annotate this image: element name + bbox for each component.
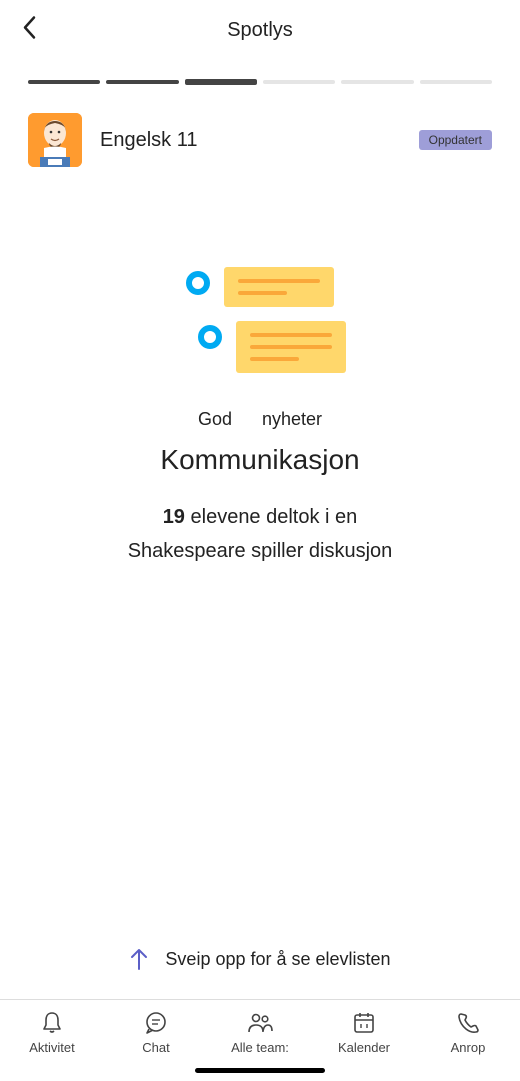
calendar-icon bbox=[351, 1010, 377, 1036]
illustration bbox=[28, 267, 492, 373]
nav-activity[interactable]: Aktivitet bbox=[7, 1010, 97, 1055]
class-avatar bbox=[28, 113, 82, 167]
page-title: Spotlys bbox=[227, 19, 293, 42]
progress-segment bbox=[341, 80, 413, 84]
bullet-icon bbox=[186, 271, 210, 295]
caption: God nyheter bbox=[28, 409, 492, 430]
nav-label: Chat bbox=[142, 1040, 169, 1055]
chat-icon bbox=[143, 1010, 169, 1036]
bullet-icon bbox=[198, 325, 222, 349]
stats-line1: 19 elevene deltok i en bbox=[28, 500, 492, 534]
nav-calendar[interactable]: Kalender bbox=[319, 1010, 409, 1055]
nav-teams[interactable]: Alle team: bbox=[215, 1010, 305, 1055]
nav-label: Aktivitet bbox=[29, 1040, 75, 1055]
illustration-row bbox=[174, 321, 346, 373]
shakespeare-avatar-icon bbox=[28, 113, 82, 167]
class-name: Engelsk 11 bbox=[100, 129, 401, 152]
progress-segment bbox=[28, 80, 100, 84]
home-indicator[interactable] bbox=[195, 1068, 325, 1073]
chevron-left-icon bbox=[22, 16, 36, 40]
story-progress[interactable] bbox=[28, 80, 492, 85]
progress-segment bbox=[106, 80, 178, 84]
bottom-nav: Aktivitet Chat Alle team: Kalender bbox=[0, 999, 520, 1081]
illustration-row bbox=[186, 267, 334, 307]
message-card-icon bbox=[236, 321, 346, 373]
nav-label: Anrop bbox=[451, 1040, 486, 1055]
bell-icon bbox=[39, 1010, 65, 1036]
nav-calls[interactable]: Anrop bbox=[423, 1010, 513, 1055]
phone-icon bbox=[455, 1010, 481, 1036]
caption-word: God bbox=[198, 409, 232, 430]
student-count: 19 bbox=[163, 506, 185, 528]
main-content: Engelsk 11 Oppdatert God nyheter Kommuni… bbox=[0, 80, 520, 568]
stats-text: 19 elevene deltok i en Shakespeare spill… bbox=[28, 500, 492, 568]
progress-segment bbox=[420, 80, 492, 84]
nav-label: Kalender bbox=[338, 1040, 390, 1055]
stats-line1-rest: elevene deltok i en bbox=[191, 506, 358, 528]
stats-line2: Shakespeare spiller diskusjon bbox=[28, 534, 492, 568]
progress-segment bbox=[185, 79, 257, 85]
status-badge: Oppdatert bbox=[419, 130, 492, 150]
caption-word: nyheter bbox=[262, 409, 322, 430]
back-button[interactable] bbox=[22, 16, 36, 45]
teams-icon bbox=[245, 1010, 275, 1036]
message-card-icon bbox=[224, 267, 334, 307]
swipe-text: Sveip opp for å se elevlisten bbox=[165, 949, 390, 970]
progress-segment bbox=[263, 80, 335, 84]
class-header: Engelsk 11 Oppdatert bbox=[28, 113, 492, 167]
header: Spotlys bbox=[0, 0, 520, 60]
arrow-up-icon bbox=[129, 947, 149, 971]
main-title: Kommunikasjon bbox=[28, 444, 492, 476]
nav-chat[interactable]: Chat bbox=[111, 1010, 201, 1055]
swipe-hint[interactable]: Sveip opp for å se elevlisten bbox=[0, 947, 520, 971]
nav-label: Alle team: bbox=[231, 1040, 289, 1055]
